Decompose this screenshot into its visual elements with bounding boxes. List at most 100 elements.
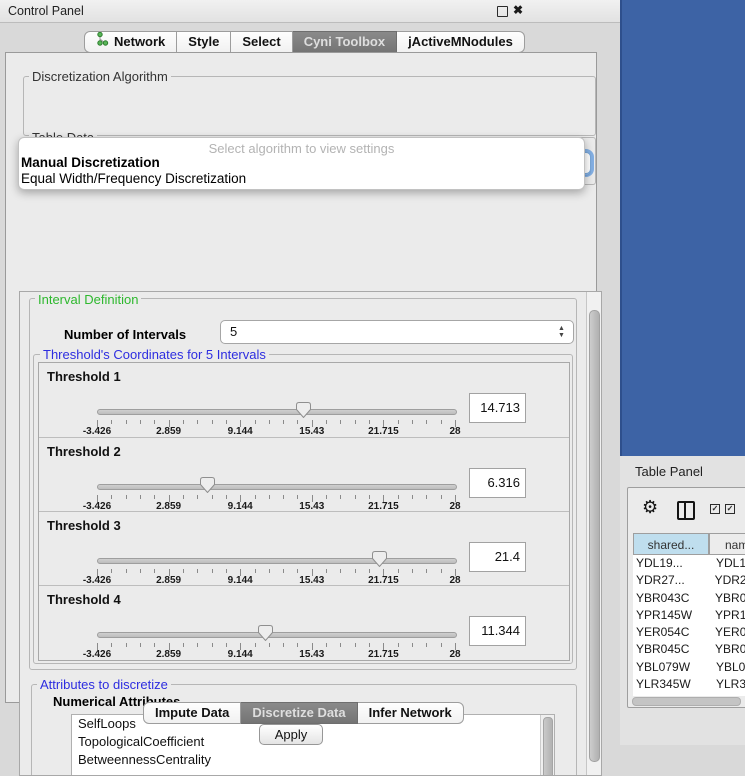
attribute-list-item[interactable]: BetweennessCentrality — [72, 751, 554, 769]
slider-tick — [269, 495, 270, 499]
slider-tick — [297, 569, 298, 573]
table-cell[interactable]: YDR27... — [633, 572, 711, 589]
columns-icon[interactable] — [677, 501, 695, 520]
slider-tick — [111, 643, 112, 647]
settings-scrollbar[interactable] — [586, 292, 601, 775]
table-cell[interactable]: YDL19... — [633, 555, 712, 572]
threshold-slider-thumb[interactable] — [258, 625, 273, 641]
threshold-value-field[interactable]: 6.316 — [469, 468, 526, 498]
threshold-slider-thumb[interactable] — [372, 551, 387, 567]
table-cell[interactable]: YBL079W — [633, 659, 712, 676]
slider-tick — [340, 569, 341, 573]
slider-tick — [154, 495, 155, 499]
table-cell[interactable]: YBR043C — [633, 590, 711, 607]
checkbox-icon[interactable]: ✓ — [710, 504, 720, 514]
threshold-slider-thumb[interactable] — [200, 477, 215, 493]
tab-impute-data[interactable]: Impute Data — [143, 702, 241, 724]
gear-icon[interactable]: ⚙ — [642, 498, 658, 516]
table-cell[interactable]: YPR1 — [711, 607, 745, 624]
threshold-value-field[interactable]: 14.713 — [469, 393, 526, 423]
slider-tick — [255, 643, 256, 647]
table-cell[interactable]: YIL0 — [712, 693, 741, 696]
table-row[interactable]: YBR045CYBR0 — [633, 641, 745, 658]
table-cell[interactable]: YBR0 — [711, 590, 745, 607]
tab-discretize-data[interactable]: Discretize Data — [241, 702, 357, 724]
scrollbar-thumb[interactable] — [543, 717, 553, 776]
table-horizontal-scrollbar[interactable] — [632, 697, 744, 705]
float-window-icon[interactable] — [497, 6, 508, 17]
tab-infer-network[interactable]: Infer Network — [358, 702, 464, 724]
scrollbar-thumb[interactable] — [632, 697, 741, 706]
tab-select[interactable]: Select — [231, 31, 292, 53]
slider-tick — [126, 495, 127, 499]
table-cell[interactable]: YDR2 — [711, 572, 745, 589]
slider-tick — [283, 420, 284, 424]
slider-tick — [255, 569, 256, 573]
slider-tick — [183, 495, 184, 499]
table-cell[interactable]: YDL1 — [712, 555, 745, 572]
slider-tick — [140, 495, 141, 499]
node-table: ⚙ ✓ ✓ shared...name YDL19...YDL1YDR27...… — [627, 487, 745, 708]
slider-tick — [183, 643, 184, 647]
window-title: Control Panel — [8, 4, 84, 18]
table-row[interactable]: YPR145WYPR1 — [633, 607, 745, 624]
table-cell[interactable]: YER054C — [633, 624, 711, 641]
slider-tick — [340, 495, 341, 499]
table-header-row: shared...name — [633, 533, 745, 555]
threshold-slider-track[interactable] — [97, 558, 457, 564]
checkbox-icon[interactable]: ✓ — [725, 504, 735, 514]
discretization-algorithm-label: Discretization Algorithm — [29, 69, 171, 84]
slider-tick — [412, 569, 413, 573]
number-of-intervals-combobox[interactable]: 5 ▲▼ — [220, 320, 574, 344]
tab-label: Discretize Data — [252, 703, 345, 723]
tab-cyni-toolbox[interactable]: Cyni Toolbox — [293, 31, 397, 53]
threshold-value-field[interactable]: 21.4 — [469, 542, 526, 572]
threshold-slider-thumb[interactable] — [296, 402, 311, 418]
threshold-value-field[interactable]: 11.344 — [469, 616, 526, 646]
table-row[interactable]: YIL052CYIL0 — [633, 693, 745, 696]
slider-tick-label: 21.715 — [368, 649, 399, 660]
table-cell[interactable]: YPR145W — [633, 607, 711, 624]
table-cell[interactable]: YBR0 — [711, 641, 745, 658]
slider-tick — [355, 420, 356, 424]
table-cell[interactable]: YBR045C — [633, 641, 711, 658]
table-cell[interactable]: YER0 — [711, 624, 745, 641]
tab-label: Infer Network — [369, 703, 452, 723]
table-row[interactable]: YLR345WYLR3 — [633, 676, 745, 693]
table-row[interactable]: YBR043CYBR0 — [633, 590, 745, 607]
slider-tick — [111, 420, 112, 424]
slider-tick-label: 15.43 — [299, 649, 324, 660]
threshold-slider-track[interactable] — [97, 409, 457, 415]
slider-tick — [441, 495, 442, 499]
table-row[interactable]: YDL19...YDL1 — [633, 555, 745, 572]
table-column-header[interactable]: shared... — [633, 533, 709, 555]
table-cell[interactable]: YLR3 — [712, 676, 745, 693]
tab-label: Network — [114, 32, 165, 52]
threshold-slider-track[interactable] — [97, 484, 457, 490]
table-row[interactable]: YER054CYER0 — [633, 624, 745, 641]
scrollbar-thumb[interactable] — [589, 310, 600, 762]
tab-network[interactable]: Network — [84, 31, 177, 53]
slider-tick — [398, 420, 399, 424]
table-cell[interactable]: YLR345W — [633, 676, 712, 693]
table-cell[interactable]: YBL0 — [712, 659, 745, 676]
dropdown-item-manual-discretization[interactable]: Manual Discretization — [21, 155, 160, 170]
thresholds-group-label: Threshold's Coordinates for 5 Intervals — [40, 347, 269, 362]
table-cell[interactable]: YIL052C — [633, 693, 712, 696]
table-row[interactable]: YDR27...YDR2 — [633, 572, 745, 589]
tab-jactivemnodules[interactable]: jActiveMNodules — [397, 31, 525, 53]
slider-tick — [441, 420, 442, 424]
attributes-scrollbar[interactable] — [540, 715, 554, 776]
tab-style[interactable]: Style — [177, 31, 231, 53]
dropdown-item-equal-width-frequency[interactable]: Equal Width/Frequency Discretization — [21, 171, 246, 186]
close-icon[interactable]: ✖ — [513, 3, 523, 17]
slider-tick-label: 28 — [449, 649, 460, 660]
slider-tick — [369, 643, 370, 647]
threshold-label: Threshold 1 — [47, 369, 121, 384]
slider-tick-label: -3.426 — [83, 649, 111, 660]
table-row[interactable]: YBL079WYBL0 — [633, 659, 745, 676]
slider-tick — [226, 643, 227, 647]
table-column-header[interactable]: name — [709, 533, 745, 555]
apply-button[interactable]: Apply — [259, 724, 323, 745]
threshold-slider-track[interactable] — [97, 632, 457, 638]
